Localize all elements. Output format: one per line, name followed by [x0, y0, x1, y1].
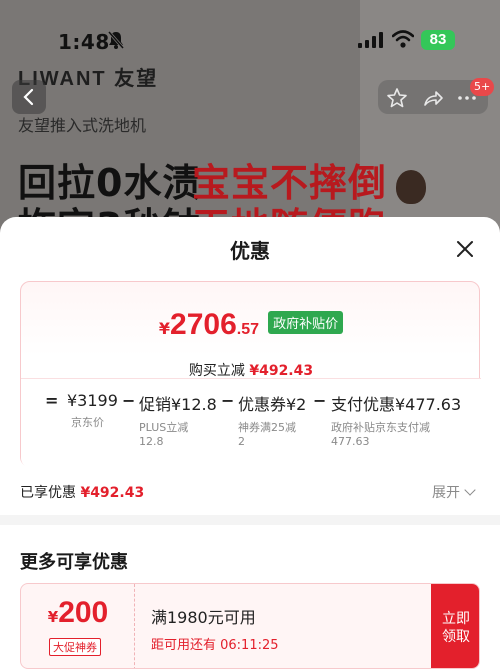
chevron-down-icon	[464, 484, 476, 496]
more-discounts-title: 更多可享优惠	[20, 552, 128, 573]
saving-amount: ¥492.43	[249, 363, 314, 379]
coupon-currency: ¥	[47, 608, 59, 626]
enjoyed-label: 已享优惠	[20, 485, 76, 501]
breakdown-sub-line2: 2	[238, 435, 245, 448]
section-divider	[0, 515, 500, 525]
breakdown-main: 促销¥12.8	[139, 395, 217, 414]
chevron-left-icon	[23, 88, 34, 106]
price-breakdown: = ¥3199 京东价 − 促销¥12.8 PLUS立减 12.8 − 优惠券¥…	[21, 378, 481, 468]
wifi-icon	[392, 30, 414, 48]
child-photo	[396, 170, 426, 204]
sheet-title: 优惠	[230, 239, 270, 263]
minus-sign: −	[122, 391, 136, 410]
back-button[interactable]	[12, 80, 46, 114]
breakdown-main: ¥3199	[67, 391, 118, 410]
breakdown-sub-line1: PLUS立减	[139, 421, 189, 434]
close-icon[interactable]	[455, 239, 475, 259]
signal-icon	[358, 32, 383, 48]
price-currency: ¥	[158, 319, 171, 338]
final-price: ¥2706.57 政府补贴价	[21, 308, 481, 342]
coupon-card: ¥200 大促神券 满1980元可用 距可用还有 06:11:25 立即 领取	[20, 583, 480, 669]
breakdown-main: 支付优惠¥477.63	[331, 395, 462, 414]
enjoyed-discount: 已享优惠 ¥492.43	[20, 482, 144, 502]
breakdown-coupon: 优惠券¥2 神券满25减 2	[238, 391, 306, 449]
battery-indicator: 83	[421, 30, 455, 50]
breakdown-main: 优惠券¥2	[238, 395, 307, 414]
status-bar: 1:48 83	[0, 0, 500, 58]
breakdown-sub-line1: 神券满25减	[238, 421, 296, 434]
coupon-value-area: ¥200 大促神券	[21, 584, 135, 668]
claim-label-line2: 领取	[442, 629, 470, 645]
claim-label-line1: 立即	[442, 611, 470, 627]
enjoyed-amount: ¥492.43	[80, 485, 145, 501]
breakdown-sub-line2: 12.8	[139, 435, 164, 448]
equals-sign: =	[45, 391, 59, 410]
price-decimal: .57	[236, 321, 260, 338]
coupon-countdown: 距可用还有 06:11:25	[151, 638, 279, 653]
product-name: 友望推入式洗地机	[18, 116, 147, 135]
gov-subsidy-tag: 政府补贴价	[268, 311, 344, 334]
price-integer: 2706	[170, 308, 237, 341]
status-time: 1:48	[58, 30, 110, 54]
breakdown-jd-price: ¥3199 京东价	[67, 391, 118, 430]
message-count-badge: 5+	[470, 78, 495, 96]
breakdown-payment: 支付优惠¥477.63 政府补贴京东支付减 477.63	[331, 391, 461, 449]
breakdown-promotion: 促销¥12.8 PLUS立减 12.8	[139, 391, 217, 449]
claim-coupon-button[interactable]: 立即 领取	[431, 584, 479, 668]
bell-off-icon	[107, 31, 125, 49]
saving-label: 购买立减	[188, 363, 245, 379]
expand-label: 展开	[432, 485, 460, 501]
breakdown-sub: 京东价	[71, 416, 104, 429]
coupon-condition: 满1980元可用	[151, 608, 256, 627]
expand-button[interactable]: 展开	[432, 482, 476, 502]
discount-sheet: 优惠 ¥2706.57 政府补贴价 购买立减 ¥492.43 = ¥3199 京…	[0, 217, 500, 669]
minus-sign: −	[221, 391, 235, 410]
share-icon[interactable]	[422, 87, 444, 109]
coupon-value: 200	[58, 596, 109, 629]
product-page-background: 1:48 83 LIWANT 友望 5+ 友望推入式洗地机 回拉0水渍 宝宝不摔…	[0, 0, 500, 240]
breakdown-sub-line2: 477.63	[331, 435, 370, 448]
minus-sign: −	[313, 391, 327, 410]
saving-summary: 购买立减 ¥492.43	[21, 360, 481, 380]
coupon-amount: ¥200	[21, 596, 135, 630]
star-icon[interactable]	[386, 87, 408, 109]
breakdown-sub-line1: 政府补贴京东支付减	[331, 421, 430, 434]
price-card: ¥2706.57 政府补贴价 购买立减 ¥492.43 = ¥3199 京东价 …	[20, 281, 481, 468]
coupon-type-tag: 大促神券	[49, 638, 101, 656]
